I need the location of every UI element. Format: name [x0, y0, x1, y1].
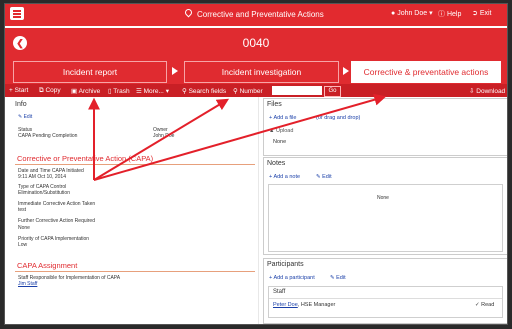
search-fields-button[interactable]: ⚲ Search fields: [182, 87, 226, 95]
top-bar: Corrective and Preventative Actions ● Jo…: [5, 4, 507, 26]
plus-icon: +: [269, 174, 273, 180]
location-pin-icon: [183, 7, 194, 18]
trash-button[interactable]: ▯ Trash: [108, 87, 130, 95]
go-button[interactable]: Go: [324, 86, 341, 97]
arrow-right-icon: [172, 67, 178, 75]
upload-button[interactable]: ▲ Upload: [269, 128, 293, 134]
notes-heading: Notes: [267, 160, 286, 167]
archive-icon: ▣: [71, 88, 78, 95]
step-incident-report[interactable]: Incident report: [13, 61, 167, 83]
capa-type-value: Elimination/Substitution: [18, 190, 70, 196]
trash-icon: ▯: [108, 88, 112, 95]
help-link[interactable]: ⓘ Help: [438, 9, 461, 19]
notes-empty: None: [377, 195, 389, 201]
search-icon: ⚲: [182, 88, 187, 95]
divider: [15, 271, 255, 272]
record-id: 0040: [242, 36, 270, 50]
plus-icon: +: [269, 275, 273, 281]
priority-value: Low: [18, 242, 28, 248]
download-icon: ⇩: [469, 88, 475, 95]
pencil-icon: ✎: [316, 174, 321, 180]
chevron-down-icon: ▾: [165, 88, 169, 95]
add-note-link[interactable]: + Add a note: [269, 174, 300, 180]
status-value: CAPA Pending Completion: [18, 133, 78, 139]
start-button[interactable]: + Start: [9, 87, 28, 94]
plus-icon: +: [9, 87, 13, 94]
drag-drop-hint: (or drag and drop): [316, 115, 361, 121]
files-heading: Files: [267, 101, 282, 108]
priority-label: Priority of CAPA Implementation: [18, 236, 90, 242]
divider: [269, 298, 502, 299]
arrow-right-icon: [343, 67, 349, 75]
action-toolbar: + Start ⧉ Copy ▣ Archive ▯ Trash ☰ More.…: [5, 84, 507, 97]
participants-panel: Participants + Add a participant ✎ Edit …: [263, 258, 507, 324]
help-icon: ⓘ: [438, 11, 445, 18]
further-action-value: None: [18, 225, 30, 231]
further-action-label: Further Corrective Action Required: [18, 218, 95, 224]
add-file-link[interactable]: + Add a file: [269, 115, 296, 121]
info-heading: Info: [15, 101, 27, 108]
archive-button[interactable]: ▣ Archive: [71, 87, 100, 95]
participant-link[interactable]: Peter Doe: [273, 302, 298, 308]
chevron-down-icon: ▾: [429, 10, 433, 17]
more-button[interactable]: ☰ More... ▾: [136, 87, 169, 95]
immediate-action-label: Immediate Corrective Action Taken: [18, 201, 96, 207]
immediate-action-value: test: [18, 207, 27, 213]
staff-table: Staff Peter Doe, HSE Manager ✓ Read: [268, 286, 503, 318]
download-button[interactable]: ⇩ Download: [469, 87, 505, 95]
participants-edit-link[interactable]: ✎ Edit: [330, 275, 346, 281]
checkmark-icon: ✓: [475, 302, 480, 308]
details-column: Info ✎ Edit Status CAPA Pending Completi…: [9, 97, 255, 324]
upload-icon: ▲: [269, 128, 275, 134]
files-panel: Files + Add a file (or drag and drop) ▲ …: [263, 98, 507, 156]
workflow-steps: Incident report Incident investigation C…: [5, 58, 507, 84]
participant-role: , HSE Manager: [297, 302, 336, 308]
add-participant-link[interactable]: + Add a participant: [269, 275, 315, 281]
exit-link[interactable]: ➲ Exit: [472, 9, 492, 17]
user-icon: ●: [391, 10, 396, 17]
staff-header: Staff: [273, 289, 286, 295]
app-window: Corrective and Preventative Actions ● Jo…: [4, 3, 508, 325]
notes-box: None: [268, 184, 503, 252]
divider: [15, 164, 255, 165]
notes-panel: Notes + Add a note ✎ Edit None: [263, 157, 507, 255]
number-input[interactable]: [272, 86, 322, 95]
step-incident-investigation[interactable]: Incident investigation: [184, 61, 339, 83]
plus-icon: +: [269, 115, 273, 121]
staff-responsible-link[interactable]: Jim Staff: [18, 281, 37, 287]
hamburger-menu-icon[interactable]: [10, 7, 24, 20]
pencil-icon: ✎: [18, 114, 23, 120]
number-label: ⚲ Number: [233, 88, 263, 95]
record-header: ❮ 0040: [5, 28, 507, 58]
user-menu[interactable]: ● John Doe ▾: [391, 9, 433, 17]
pencil-icon: ✎: [330, 275, 335, 281]
more-icon: ☰: [136, 88, 142, 95]
read-status: ✓ Read: [475, 302, 495, 308]
participants-heading: Participants: [267, 261, 304, 268]
participant-row: Peter Doe, HSE Manager: [273, 302, 335, 308]
exit-icon: ➲: [472, 10, 478, 17]
info-edit-link[interactable]: ✎ Edit: [18, 114, 32, 120]
capa-assignment-heading: CAPA Assignment: [17, 261, 78, 270]
copy-button[interactable]: ⧉ Copy: [39, 87, 61, 95]
owner-value: John Doe: [153, 133, 175, 139]
files-empty: None: [273, 139, 287, 145]
capa-heading: Corrective or Preventative Action (CAPA): [17, 154, 154, 163]
copy-icon: ⧉: [39, 87, 44, 94]
capa-date-value: 9:11 AM Oct 10, 2014: [18, 174, 66, 180]
page-title: Corrective and Preventative Actions: [183, 7, 324, 19]
column-divider: [258, 97, 259, 324]
step-corrective-actions[interactable]: Corrective & preventative actions: [351, 61, 501, 83]
notes-edit-link[interactable]: ✎ Edit: [316, 174, 332, 180]
search-icon: ⚲: [233, 88, 238, 95]
